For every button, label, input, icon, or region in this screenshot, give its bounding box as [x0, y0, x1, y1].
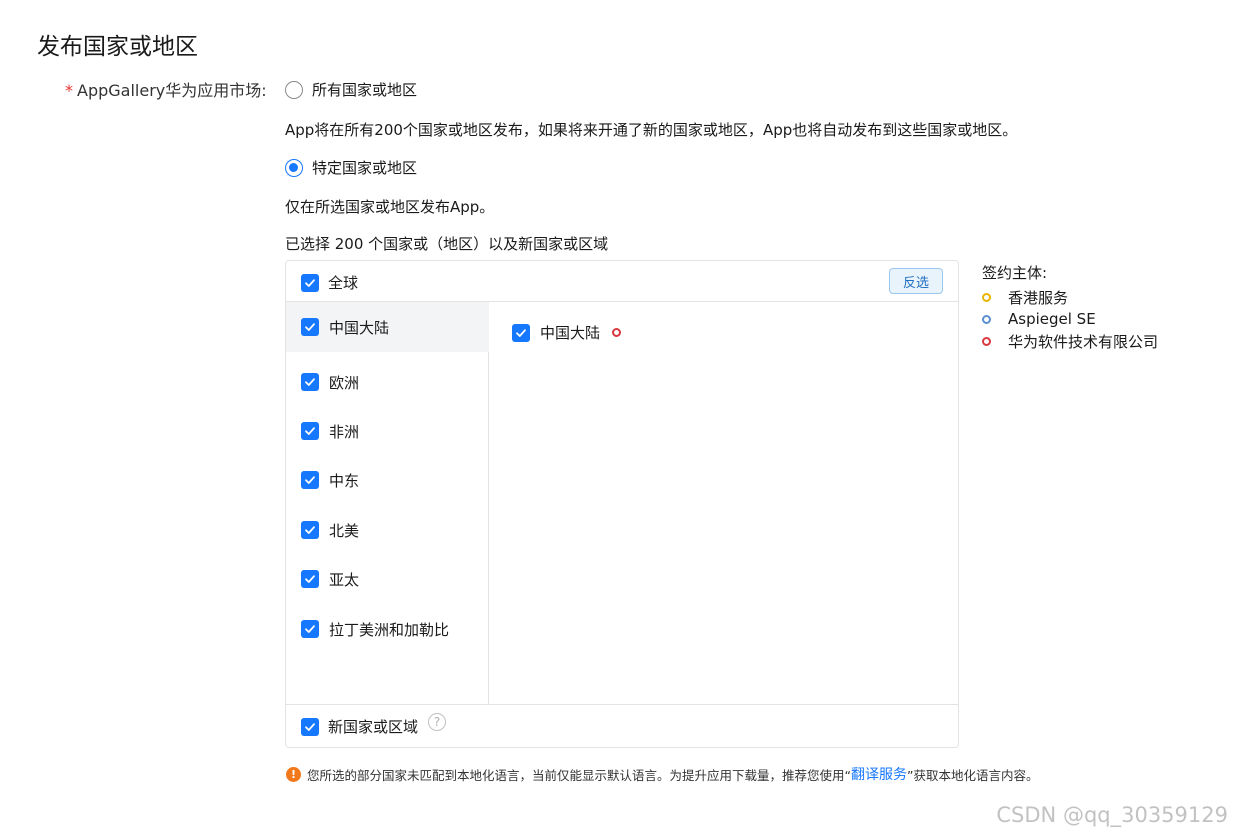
- question-circle-icon[interactable]: ?: [428, 712, 447, 731]
- entity-dot-icon: [612, 328, 622, 337]
- entity-legend: 签约主体: 香港服务 Aspiegel SE 华为软件技术有限公司: [982, 262, 1158, 352]
- check-icon: [305, 378, 315, 386]
- field-label: * AppGallery华为应用市场:: [65, 77, 267, 101]
- region-label: 亚太: [329, 570, 360, 589]
- region-checkbox[interactable]: [301, 471, 319, 489]
- region-label: 北美: [329, 521, 360, 540]
- check-icon: [305, 427, 315, 435]
- field-label-text: AppGallery华为应用市场:: [77, 81, 267, 100]
- radio-specific-regions-indicator[interactable]: [285, 158, 303, 177]
- region-label: 非洲: [329, 422, 360, 441]
- region-checkbox[interactable]: [301, 422, 319, 440]
- check-icon: [305, 526, 315, 534]
- region-checkbox[interactable]: [301, 620, 319, 638]
- new-regions-checkbox[interactable]: [301, 717, 319, 736]
- check-icon: [305, 278, 315, 287]
- page-title: 发布国家或地区: [37, 34, 198, 60]
- country-label: 中国大陆: [540, 324, 601, 342]
- region-label: 中国大陆: [329, 318, 390, 337]
- specific-regions-description: 仅在所选国家或地区发布App。: [285, 198, 495, 216]
- panel-footer: 新国家或区域 ?: [286, 704, 958, 748]
- region-label: 中东: [329, 471, 360, 490]
- panel-header: 全球 反选: [286, 261, 958, 302]
- notice-text-before: 您所选的部分国家未匹配到本地化语言，当前仅能显示默认语言。为提升应用下载量，推荐…: [307, 767, 851, 783]
- check-icon: [305, 722, 315, 731]
- region-label: 欧洲: [329, 373, 360, 392]
- region-item-asia-pacific[interactable]: 亚太: [286, 554, 489, 604]
- region-checkbox[interactable]: [301, 373, 319, 391]
- watermark: CSDN @qq_30359129: [996, 803, 1228, 827]
- region-checkbox[interactable]: [301, 521, 319, 539]
- legend-label: Aspiegel SE: [1008, 310, 1096, 328]
- region-item-europe[interactable]: 欧洲: [286, 357, 489, 407]
- legend-label: 香港服务: [1008, 288, 1069, 307]
- radio-specific-regions-label: 特定国家或地区: [312, 159, 418, 177]
- red-dot-icon: [982, 336, 991, 346]
- global-checkbox-row[interactable]: 全球: [301, 272, 358, 293]
- radio-all-regions[interactable]: 所有国家或地区: [285, 79, 417, 100]
- global-checkbox[interactable]: [301, 273, 319, 292]
- region-checkbox[interactable]: [301, 570, 319, 588]
- localization-notice: ! 您所选的部分国家未匹配到本地化语言，当前仅能显示默认语言。为提升应用下载量，…: [286, 764, 1038, 784]
- warning-icon: !: [286, 766, 301, 782]
- new-regions-checkbox-row[interactable]: 新国家或区域 ?: [301, 712, 447, 737]
- region-item-north-america[interactable]: 北美: [286, 505, 489, 555]
- region-selector-panel: 全球 反选 中国大陆 欧洲 非洲 中东 北美 亚太 拉丁美洲和加勒比 中国大陆 …: [285, 260, 959, 748]
- legend-item-hk: 香港服务: [982, 286, 1158, 308]
- region-item-africa[interactable]: 非洲: [286, 406, 489, 456]
- radio-all-regions-indicator[interactable]: [285, 80, 303, 99]
- region-item-middle-east[interactable]: 中东: [286, 455, 489, 505]
- required-mark: *: [65, 81, 73, 100]
- all-regions-description: App将在所有200个国家或地区发布，如果将来开通了新的国家或地区，App也将自…: [285, 121, 1018, 139]
- legend-title: 签约主体:: [982, 264, 1048, 282]
- region-label: 拉丁美洲和加勒比: [329, 620, 450, 639]
- radio-all-regions-label: 所有国家或地区: [312, 81, 418, 99]
- check-icon: [305, 625, 315, 633]
- blue-dot-icon: [982, 314, 991, 324]
- check-icon: [305, 575, 315, 583]
- selection-summary: 已选择 200 个国家或（地区）以及新国家或区域: [285, 235, 609, 253]
- region-checkbox[interactable]: [301, 318, 319, 336]
- legend-item-aspiegel: Aspiegel SE: [982, 308, 1158, 330]
- region-list: 中国大陆 欧洲 非洲 中东 北美 亚太 拉丁美洲和加勒比: [286, 302, 489, 704]
- country-list: 中国大陆: [490, 302, 958, 704]
- legend-item-huawei-software: 华为软件技术有限公司: [982, 330, 1158, 352]
- check-icon: [305, 323, 315, 331]
- global-checkbox-label: 全球: [328, 274, 359, 292]
- check-icon: [305, 476, 315, 484]
- check-icon: [516, 328, 526, 337]
- radio-specific-regions[interactable]: 特定国家或地区: [285, 157, 417, 178]
- legend-label: 华为软件技术有限公司: [1008, 332, 1159, 351]
- yellow-dot-icon: [982, 292, 991, 302]
- country-item-china-mainland[interactable]: 中国大陆: [512, 322, 622, 343]
- notice-text-after: ”获取本地化语言内容。: [906, 767, 1039, 783]
- region-item-latin-america[interactable]: 拉丁美洲和加勒比: [286, 604, 489, 654]
- country-checkbox[interactable]: [512, 323, 530, 342]
- invert-selection-button[interactable]: 反选: [889, 268, 943, 294]
- translation-service-link[interactable]: 翻译服务: [851, 764, 907, 784]
- region-item-china-mainland[interactable]: 中国大陆: [286, 302, 489, 352]
- new-regions-label: 新国家或区域: [328, 718, 419, 736]
